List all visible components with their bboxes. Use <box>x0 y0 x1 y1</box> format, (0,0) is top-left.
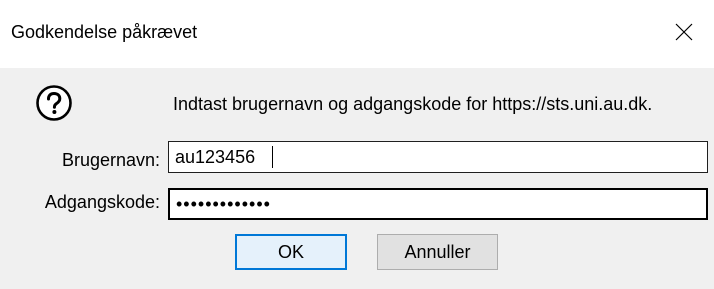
cancel-button[interactable]: Annuller <box>377 234 498 270</box>
ok-button[interactable]: OK <box>235 234 347 270</box>
auth-dialog: Godkendelse påkrævet Indtast brugernavn … <box>0 0 714 289</box>
question-circle-icon <box>35 84 73 122</box>
window-title: Godkendelse påkrævet <box>11 22 198 42</box>
password-label: Adgangskode: <box>44 192 160 212</box>
username-label: Brugernavn: <box>61 150 160 170</box>
prompt-message: Indtast brugernavn og adgangskode for ht… <box>173 94 653 114</box>
password-field[interactable] <box>168 188 708 220</box>
close-icon <box>675 23 693 46</box>
title-bar: Godkendelse påkrævet <box>0 0 714 68</box>
text-caret <box>272 146 273 168</box>
username-field[interactable] <box>168 141 708 173</box>
close-button[interactable] <box>654 0 714 68</box>
